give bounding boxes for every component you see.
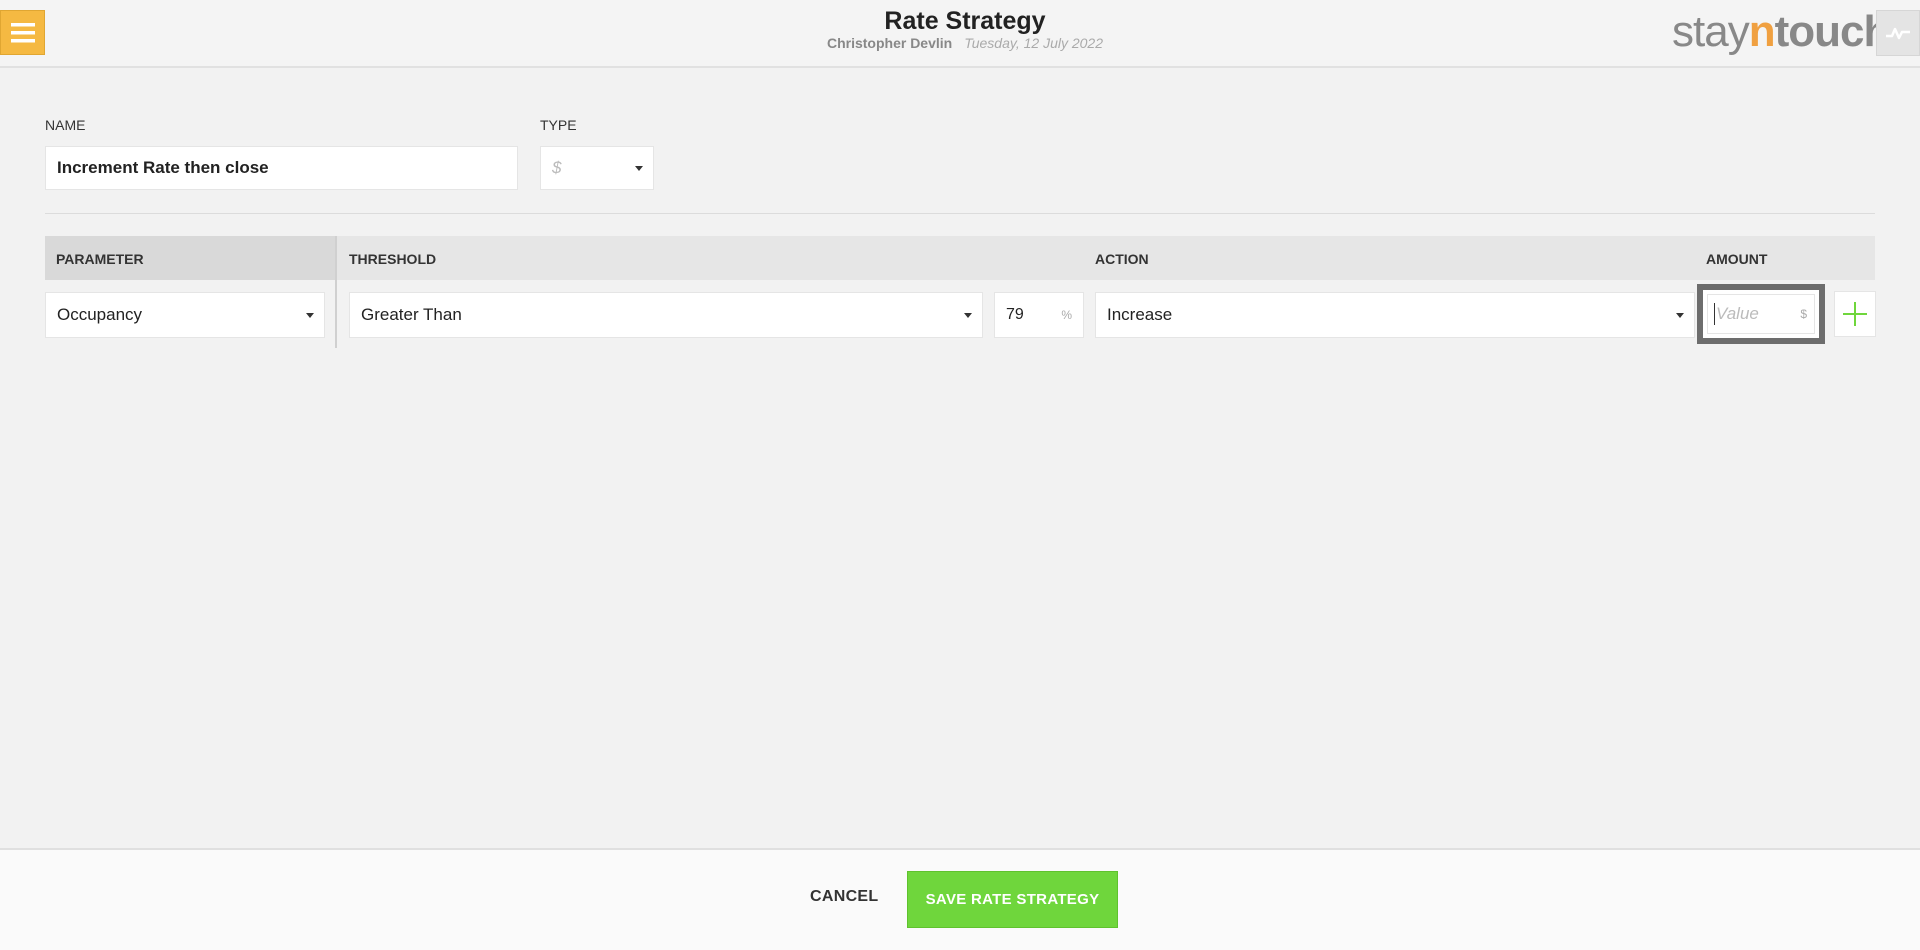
header-parameter: PARAMETER (56, 251, 144, 267)
parameter-value: Occupancy (57, 305, 143, 324)
top-bar: Rate Strategy Christopher Devlin Tuesday,… (0, 0, 1920, 68)
type-label: TYPE (540, 117, 577, 133)
threshold-operator-select[interactable]: Greater Than (349, 292, 983, 338)
action-select[interactable]: Increase (1095, 292, 1695, 338)
dollar-unit: $ (1800, 307, 1807, 321)
subtitle: Christopher Devlin Tuesday, 12 July 2022 (0, 34, 1920, 52)
name-value: Increment Rate then close (57, 158, 269, 177)
type-value: $ (552, 158, 562, 177)
name-label: NAME (45, 117, 86, 133)
threshold-operator-value: Greater Than (361, 305, 462, 324)
chevron-down-icon (635, 166, 643, 171)
stayntouch-logo: stayntouch (1672, 7, 1890, 56)
page-title: Rate Strategy (884, 7, 1046, 35)
name-input[interactable]: Increment Rate then close (45, 146, 518, 190)
activity-icon (1886, 27, 1910, 40)
add-rule-button[interactable] (1834, 291, 1876, 337)
current-date: Tuesday, 12 July 2022 (964, 35, 1104, 51)
cancel-button[interactable]: CANCEL (810, 888, 878, 906)
save-rate-strategy-button[interactable]: SAVE RATE STRATEGY (907, 871, 1118, 928)
activity-button[interactable] (1876, 10, 1920, 56)
header-threshold: THRESHOLD (349, 251, 437, 267)
chevron-down-icon (306, 313, 314, 318)
header-amount: AMOUNT (1706, 251, 1768, 267)
amount-placeholder: Value (1716, 304, 1759, 323)
column-separator (335, 236, 337, 348)
percent-unit: % (1061, 308, 1072, 322)
plus-icon (1843, 302, 1867, 326)
threshold-value-input[interactable]: 79 % (994, 292, 1084, 338)
parameter-select[interactable]: Occupancy (45, 292, 325, 338)
action-value: Increase (1107, 305, 1173, 324)
threshold-value: 79 (1006, 306, 1024, 323)
header-action: ACTION (1095, 251, 1149, 267)
type-select[interactable]: $ (540, 146, 654, 190)
title-block: Rate Strategy Christopher Devlin Tuesday,… (0, 6, 1920, 52)
user-name: Christopher Devlin (826, 35, 953, 51)
amount-input[interactable]: Value $ (1707, 294, 1815, 334)
section-divider (45, 213, 1875, 214)
amount-focus-outline: Value $ (1697, 284, 1825, 344)
text-cursor (1714, 303, 1715, 325)
chevron-down-icon (964, 313, 972, 318)
chevron-down-icon (1676, 313, 1684, 318)
